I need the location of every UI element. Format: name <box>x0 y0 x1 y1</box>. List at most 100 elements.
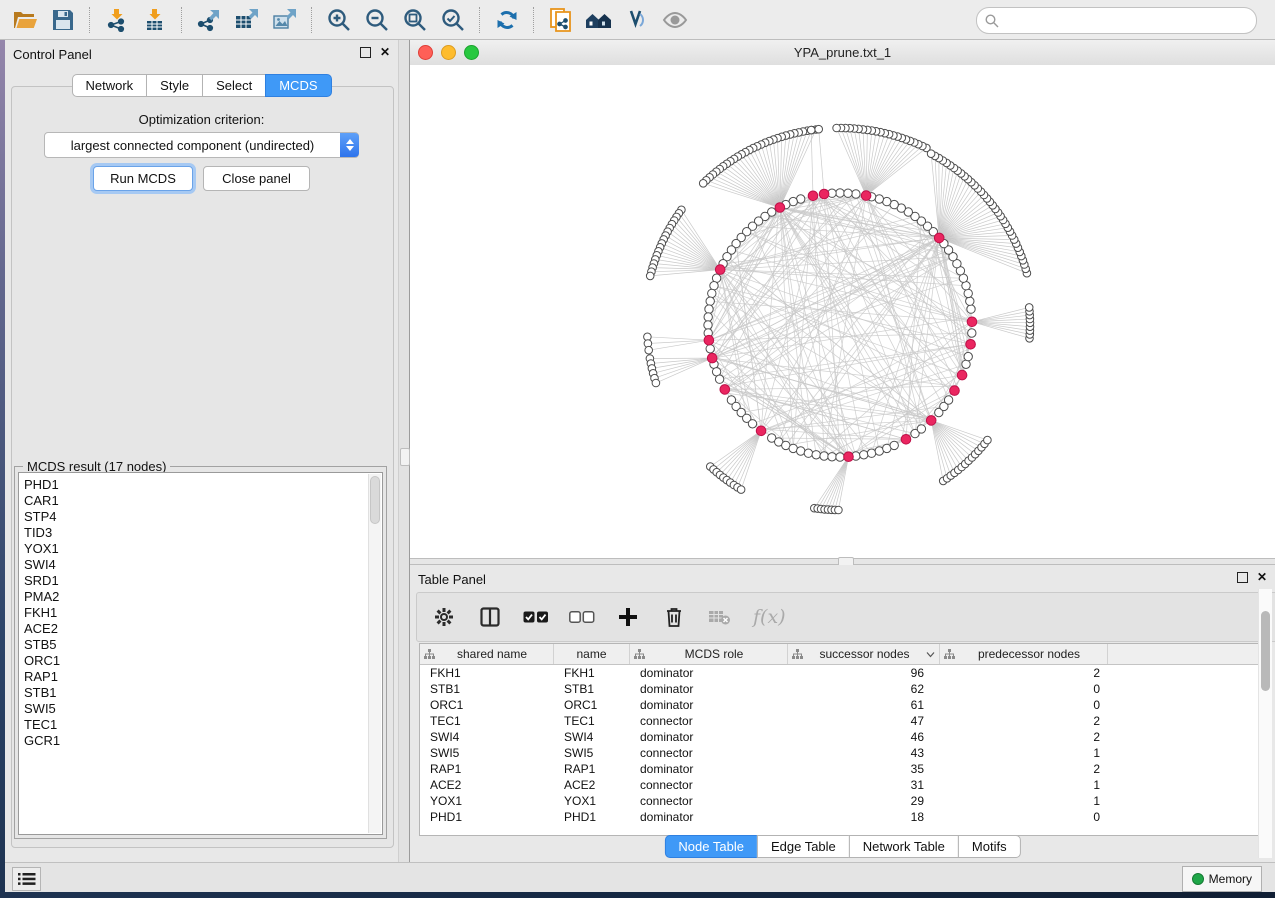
search-field[interactable] <box>976 7 1257 34</box>
ring-node[interactable] <box>844 189 852 197</box>
leaf-node[interactable] <box>835 506 843 514</box>
leaf-node[interactable] <box>699 180 707 188</box>
mcds-result-item[interactable]: YOX1 <box>24 541 382 557</box>
deselect-all-button[interactable] <box>569 604 595 630</box>
mcds-hub-node[interactable] <box>819 189 829 199</box>
zoom-fit-button[interactable] <box>396 4 434 36</box>
task-history-button[interactable] <box>12 867 41 891</box>
ring-node[interactable] <box>836 189 844 197</box>
leaf-node[interactable] <box>815 125 823 133</box>
table-row[interactable]: STB1STB1dominator620 <box>420 681 1263 697</box>
ring-node[interactable] <box>748 420 756 428</box>
tab-edge-table[interactable]: Edge Table <box>757 835 850 858</box>
zoom-out-button[interactable] <box>358 4 396 36</box>
mcds-hub-node[interactable] <box>966 340 976 350</box>
leaf-node[interactable] <box>737 486 745 494</box>
ring-node[interactable] <box>964 352 972 360</box>
import-table-button[interactable] <box>136 4 174 36</box>
tab-node-table[interactable]: Node Table <box>664 835 758 858</box>
mcds-hub-node[interactable] <box>967 317 977 327</box>
leaf-node[interactable] <box>927 150 935 158</box>
memory-button[interactable]: Memory <box>1182 866 1262 892</box>
mcds-result-item[interactable]: STB1 <box>24 685 382 701</box>
ring-node[interactable] <box>706 297 714 305</box>
leaf-node[interactable] <box>645 346 653 354</box>
mcds-result-item[interactable]: SWI5 <box>24 701 382 717</box>
mcds-hub-node[interactable] <box>808 191 818 201</box>
table-scrollbar[interactable] <box>1258 589 1272 858</box>
tab-style[interactable]: Style <box>146 74 203 97</box>
leaf-node[interactable] <box>646 272 654 280</box>
horizontal-splitter[interactable] <box>410 558 1275 565</box>
leaf-node[interactable] <box>1025 304 1033 312</box>
import-network-button[interactable] <box>98 4 136 36</box>
ring-node[interactable] <box>964 289 972 297</box>
refresh-button[interactable] <box>488 4 526 36</box>
tab-network[interactable]: Network <box>71 74 147 97</box>
ring-node[interactable] <box>875 195 883 203</box>
ring-node[interactable] <box>804 449 812 457</box>
ring-node[interactable] <box>890 441 898 449</box>
close-icon[interactable]: ✕ <box>380 47 390 58</box>
ring-node[interactable] <box>710 282 718 290</box>
network-canvas[interactable] <box>410 65 1275 558</box>
mcds-result-item[interactable]: ACE2 <box>24 621 382 637</box>
ring-node[interactable] <box>836 453 844 461</box>
mcds-result-item[interactable]: ORC1 <box>24 653 382 669</box>
table-row[interactable]: FKH1FKH1dominator962 <box>420 665 1263 681</box>
node-table[interactable]: shared namenameMCDS rolesuccessor nodesp… <box>419 643 1264 836</box>
vertical-splitter[interactable] <box>398 40 410 862</box>
float-window-icon[interactable] <box>1237 572 1248 583</box>
ring-node[interactable] <box>797 447 805 455</box>
column-header-successor-nodes[interactable]: successor nodes <box>788 644 940 664</box>
ring-node[interactable] <box>708 289 716 297</box>
list-scrollbar[interactable] <box>368 474 381 833</box>
ring-node[interactable] <box>860 451 868 459</box>
ring-node[interactable] <box>705 305 713 313</box>
column-header-predecessor-nodes[interactable]: predecessor nodes <box>940 644 1108 664</box>
mcds-hub-node[interactable] <box>934 233 944 243</box>
hide-charts-button[interactable] <box>618 4 656 36</box>
create-column-button[interactable] <box>615 604 641 630</box>
ring-node[interactable] <box>966 297 974 305</box>
export-table-button[interactable] <box>228 4 266 36</box>
leaf-node[interactable] <box>807 126 815 134</box>
mcds-hub-node[interactable] <box>844 452 854 462</box>
clone-network-button[interactable] <box>542 4 580 36</box>
table-scrollbar-thumb[interactable] <box>1261 611 1270 691</box>
column-header-name[interactable]: name <box>554 644 630 664</box>
mcds-result-item[interactable]: GCR1 <box>24 733 382 749</box>
select-all-button[interactable] <box>523 604 549 630</box>
mcds-result-item[interactable]: FKH1 <box>24 605 382 621</box>
open-file-button[interactable] <box>6 4 44 36</box>
table-row[interactable]: PHD1PHD1dominator180 <box>420 809 1263 825</box>
leaf-node[interactable] <box>984 436 992 444</box>
mcds-result-item[interactable]: RAP1 <box>24 669 382 685</box>
mcds-hub-node[interactable] <box>715 265 725 275</box>
ring-node[interactable] <box>944 396 952 404</box>
zoom-selected-button[interactable] <box>434 4 472 36</box>
ring-node[interactable] <box>968 329 976 337</box>
zoom-in-button[interactable] <box>320 4 358 36</box>
mcds-hub-node[interactable] <box>720 385 730 395</box>
leaf-node[interactable] <box>833 124 841 132</box>
mcds-hub-node[interactable] <box>707 353 717 363</box>
table-settings-button[interactable] <box>431 604 457 630</box>
mcds-result-item[interactable]: CAR1 <box>24 493 382 509</box>
criterion-dropdown[interactable]: largest connected component (undirected) <box>44 132 359 158</box>
mcds-hub-node[interactable] <box>861 191 871 201</box>
ring-node[interactable] <box>704 313 712 321</box>
ring-node[interactable] <box>706 345 714 353</box>
list-scrollbar-thumb[interactable] <box>370 476 380 524</box>
close-panel-button[interactable]: Close panel <box>203 166 310 191</box>
mcds-hub-node[interactable] <box>957 370 967 380</box>
mcds-result-item[interactable]: PMA2 <box>24 589 382 605</box>
ring-node[interactable] <box>820 452 828 460</box>
network-graph[interactable] <box>410 65 1275 558</box>
tab-select[interactable]: Select <box>202 74 266 97</box>
table-row[interactable]: SWI5SWI5connector431 <box>420 745 1263 761</box>
ring-node[interactable] <box>704 321 712 329</box>
column-header-shared-name[interactable]: shared name <box>420 644 554 664</box>
ring-node[interactable] <box>715 375 723 383</box>
save-session-button[interactable] <box>44 4 82 36</box>
